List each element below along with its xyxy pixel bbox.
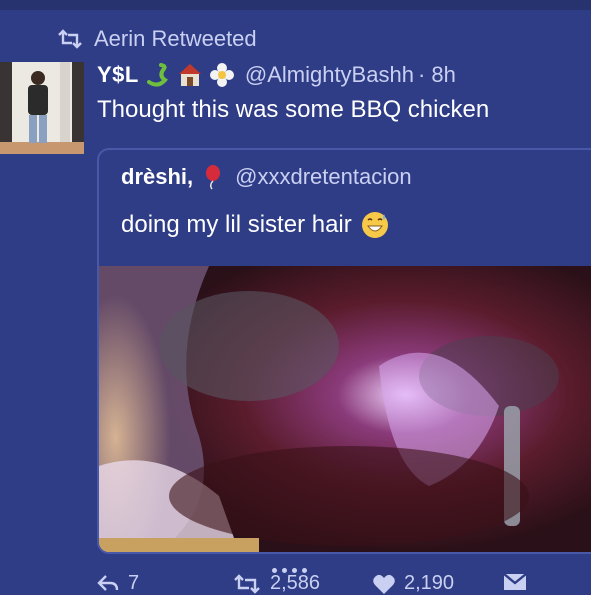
reply-icon xyxy=(97,574,119,591)
house-emoji-icon xyxy=(177,62,203,88)
quoted-tweet-card[interactable]: drèshi, @xxxdretentacion doing my lil si… xyxy=(97,148,591,554)
author-name[interactable]: Y$L xyxy=(97,62,139,88)
avatar[interactable] xyxy=(0,62,84,154)
quoted-tweet-text: doing my lil sister hair xyxy=(121,211,352,238)
balloon-emoji-icon xyxy=(199,164,225,190)
top-divider xyxy=(0,0,591,10)
retweet-header: Aerin Retweeted xyxy=(56,26,257,52)
envelope-icon xyxy=(503,573,527,590)
author-handle[interactable]: @AlmightyBashh xyxy=(245,62,414,88)
retweet-icon xyxy=(58,29,82,49)
flower-emoji-icon xyxy=(209,62,235,88)
heart-icon xyxy=(373,574,395,594)
quoted-tweet-header: drèshi, @xxxdretentacion xyxy=(121,164,412,190)
tweet-header: Y$L @AlmightyBashh · 8h xyxy=(97,62,456,88)
reply-count: 7 xyxy=(128,572,140,594)
quoted-author-name: drèshi, xyxy=(121,164,194,189)
direct-message-button[interactable] xyxy=(503,572,535,592)
hair-photo xyxy=(99,266,591,552)
quoted-tweet-text-row: doing my lil sister hair xyxy=(121,210,390,240)
retweet-count: 2,586 xyxy=(270,572,321,594)
retweet-button[interactable]: 2,586 xyxy=(232,572,320,595)
tweet-text: Thought this was some BBQ chicken xyxy=(97,96,490,123)
retweet-label: Aerin Retweeted xyxy=(94,26,257,51)
snake-emoji-icon xyxy=(145,62,171,88)
tweet-time: · 8h xyxy=(417,62,456,87)
tweet-actions: 7 2,586 2,190 xyxy=(0,572,591,595)
retweet-action-icon xyxy=(234,573,260,594)
grinning-sweat-emoji-icon xyxy=(360,210,390,240)
quoted-tweet-image[interactable] xyxy=(99,266,591,552)
avatar-photo xyxy=(0,62,84,154)
quoted-author-handle: @xxxdretentacion xyxy=(235,164,412,189)
reply-button[interactable]: 7 xyxy=(96,572,139,595)
like-count: 2,190 xyxy=(404,572,455,594)
like-button[interactable]: 2,190 xyxy=(372,572,454,595)
